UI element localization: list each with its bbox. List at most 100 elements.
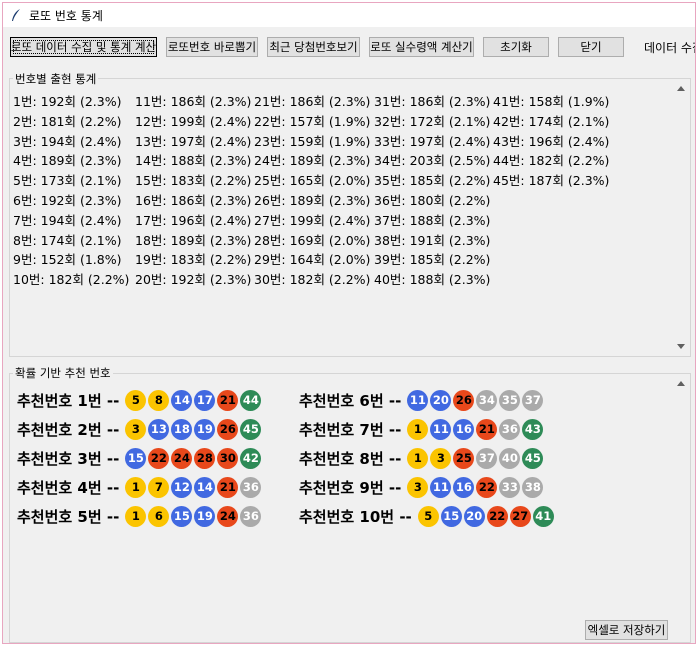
stats-entry: 38번: 191회 (2.3%)	[374, 232, 491, 248]
lotto-ball: 21	[217, 389, 239, 411]
stats-entry: 13번: 197회 (2.4%)	[135, 133, 252, 149]
stats-entry: 12번: 199회 (2.4%)	[135, 113, 252, 129]
lotto-ball: 36	[240, 476, 262, 498]
window-title: 로또 번호 통계	[29, 8, 103, 23]
stats-entry: 32번: 172회 (2.1%)	[374, 113, 491, 129]
stats-entry: 2번: 181회 (2.2%)	[13, 113, 122, 129]
lotto-ball: 1	[407, 447, 429, 469]
close-button[interactable]: 닫기	[558, 37, 624, 57]
ball-group: 5 8 14 17 21 44	[125, 389, 263, 411]
stats-entry: 22번: 157회 (1.9%)	[254, 113, 371, 129]
stats-entry: 42번: 174회 (2.1%)	[493, 113, 610, 129]
lotto-ball: 43	[522, 418, 544, 440]
stats-entry: 11번: 186회 (2.3%)	[135, 94, 252, 109]
recommend-row: 추천번호 3번 -- 15 22 24 28 30 42	[17, 446, 263, 470]
scroll-down-icon[interactable]	[677, 344, 685, 349]
stats-column: 31번: 186회 (2.3%) 32번: 172회 (2.1%) 33번: 197…	[374, 91, 490, 289]
ball-group: 3 13 18 19 26 45	[125, 418, 263, 440]
lotto-ball: 40	[499, 447, 521, 469]
recommend-row: 추천번호 4번 -- 1 7 12 14 21 36	[17, 475, 263, 499]
stats-group-label: 번호별 출현 통계	[13, 71, 99, 87]
stats-entry: 25번: 165회 (2.0%)	[254, 173, 371, 189]
recommend-label: 추천번호 6번 --	[299, 391, 402, 410]
scroll-up-icon[interactable]	[677, 86, 685, 91]
lotto-ball: 19	[194, 505, 216, 527]
save-excel-button[interactable]: 엑셀로 저장하기	[585, 620, 668, 640]
recommend-row: 추천번호 10번 -- 5 15 20 22 27 41	[299, 504, 556, 528]
collect-stats-button[interactable]: 로또 데이터 수집 및 통계 계산	[10, 37, 157, 57]
recommend-label: 추천번호 9번 --	[299, 478, 402, 497]
recommend-scrollbar[interactable]	[673, 375, 690, 641]
lotto-ball: 22	[486, 505, 508, 527]
stats-entry: 20번: 192회 (2.3%)	[135, 272, 252, 288]
recent-winning-button[interactable]: 최근 당첨번호보기	[267, 37, 360, 57]
lotto-ball: 24	[217, 505, 239, 527]
lotto-ball: 7	[148, 476, 170, 498]
stats-entry: 6번: 192회 (2.3%)	[13, 192, 122, 208]
stats-column: 11번: 186회 (2.3%) 12번: 199회 (2.4%) 13번: 197…	[135, 91, 251, 289]
feather-icon	[9, 8, 23, 22]
lotto-ball: 44	[240, 389, 262, 411]
stats-entry: 33번: 197회 (2.4%)	[374, 133, 491, 149]
lotto-ball: 22	[148, 447, 170, 469]
lotto-ball: 21	[217, 476, 239, 498]
lotto-ball: 5	[125, 389, 147, 411]
reset-button[interactable]: 초기화	[483, 37, 549, 57]
ball-group: 1 11 16 21 36 43	[407, 418, 545, 440]
ball-group: 11 20 26 34 35 37	[407, 389, 545, 411]
toolbar: 로또 데이터 수집 및 통계 계산 로또번호 바로뽑기 최근 당첨번호보기 로또…	[3, 37, 695, 59]
lotto-ball: 3	[430, 447, 452, 469]
lotto-ball: 15	[440, 505, 462, 527]
lotto-ball: 22	[476, 476, 498, 498]
lotto-ball: 35	[499, 389, 521, 411]
ball-group: 3 11 16 22 33 38	[407, 476, 545, 498]
stats-entry: 36번: 180회 (2.2%)	[374, 192, 491, 208]
stats-entry: 26번: 189회 (2.3%)	[254, 192, 371, 208]
lotto-ball: 36	[499, 418, 521, 440]
quick-pick-button[interactable]: 로또번호 바로뽑기	[166, 37, 258, 57]
stats-entry: 31번: 186회 (2.3%)	[374, 94, 491, 109]
stats-entry: 37번: 188회 (2.3%)	[374, 212, 491, 228]
stats-entry: 1번: 192회 (2.3%)	[13, 94, 122, 109]
ball-group: 1 3 25 37 40 45	[407, 447, 545, 469]
scroll-up-icon[interactable]	[677, 381, 685, 386]
lotto-ball: 15	[171, 505, 193, 527]
ball-group: 1 6 15 19 24 36	[125, 505, 263, 527]
lotto-ball: 24	[171, 447, 193, 469]
recommend-label: 추천번호 10번 --	[299, 507, 412, 526]
stats-scrollbar[interactable]	[673, 80, 690, 355]
recommend-group-label: 확률 기반 추천 번호	[13, 365, 113, 381]
stats-entry: 10번: 182회 (2.2%)	[13, 272, 130, 288]
recommend-label: 추천번호 8번 --	[299, 449, 402, 468]
lotto-ball: 3	[125, 418, 147, 440]
stats-entry: 24번: 189회 (2.3%)	[254, 153, 371, 169]
lotto-ball: 27	[509, 505, 531, 527]
stats-entry: 29번: 164회 (2.0%)	[254, 252, 371, 268]
stats-entry: 30번: 182회 (2.2%)	[254, 272, 371, 288]
stats-entry: 44번: 182회 (2.2%)	[493, 153, 610, 169]
lotto-ball: 45	[522, 447, 544, 469]
lotto-ball: 36	[240, 505, 262, 527]
lotto-ball: 16	[453, 418, 475, 440]
stats-entry: 8번: 174회 (2.1%)	[13, 232, 122, 248]
net-amount-calculator-button[interactable]: 로또 실수령액 계산기	[369, 37, 474, 57]
lotto-ball: 17	[194, 389, 216, 411]
lotto-ball: 6	[148, 505, 170, 527]
stats-entry: 4번: 189회 (2.3%)	[13, 153, 122, 169]
lotto-ball: 42	[240, 447, 262, 469]
recommend-row: 추천번호 6번 -- 11 20 26 34 35 37	[299, 388, 545, 412]
recommend-label: 추천번호 7번 --	[299, 420, 402, 439]
title-bar: 로또 번호 통계	[3, 3, 695, 27]
lotto-ball: 1	[407, 418, 429, 440]
recommend-label: 추천번호 4번 --	[17, 478, 120, 497]
lotto-ball: 37	[476, 447, 498, 469]
lotto-ball: 12	[171, 476, 193, 498]
lotto-ball: 11	[407, 389, 429, 411]
recommend-row: 추천번호 2번 -- 3 13 18 19 26 45	[17, 417, 263, 441]
lotto-ball: 8	[148, 389, 170, 411]
lotto-ball: 18	[171, 418, 193, 440]
lotto-ball: 26	[217, 418, 239, 440]
stats-entry: 21번: 186회 (2.3%)	[254, 94, 371, 109]
recommend-label: 추천번호 3번 --	[17, 449, 120, 468]
stats-column: 1번: 192회 (2.3%) 2번: 181회 (2.2%) 3번: 194회 (…	[13, 91, 129, 289]
